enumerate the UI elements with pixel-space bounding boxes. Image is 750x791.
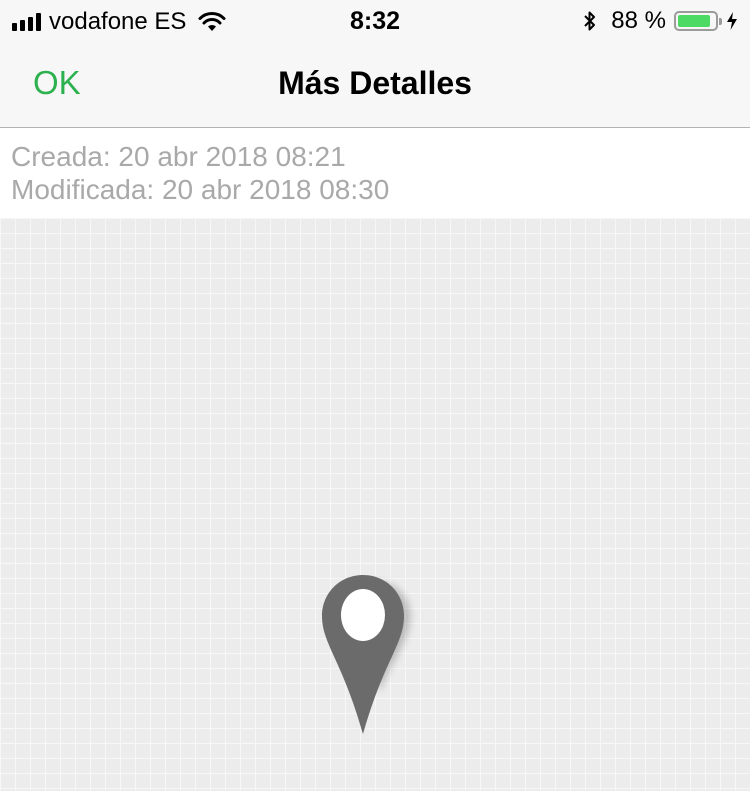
charging-icon <box>727 12 737 30</box>
battery-tip <box>719 18 722 25</box>
battery-fill <box>678 15 710 27</box>
status-bar: vodafone ES 8:32 88 % <box>0 0 750 40</box>
battery-percentage: 88 % <box>611 7 666 34</box>
details-panel: Creada: 20 abr 2018 08:21 Modificada: 20… <box>0 128 750 218</box>
page-title: Más Detalles <box>278 65 472 101</box>
status-right: 88 % <box>583 7 738 35</box>
created-date: Creada: 20 abr 2018 08:21 <box>11 141 346 172</box>
navigation-bar: OK Más Detalles <box>0 40 750 128</box>
modified-date: Modificada: 20 abr 2018 08:30 <box>11 174 390 205</box>
map-view[interactable] <box>0 218 750 791</box>
bluetooth-icon <box>584 11 596 31</box>
battery-icon <box>674 11 722 31</box>
map-pin-icon[interactable] <box>312 570 422 740</box>
